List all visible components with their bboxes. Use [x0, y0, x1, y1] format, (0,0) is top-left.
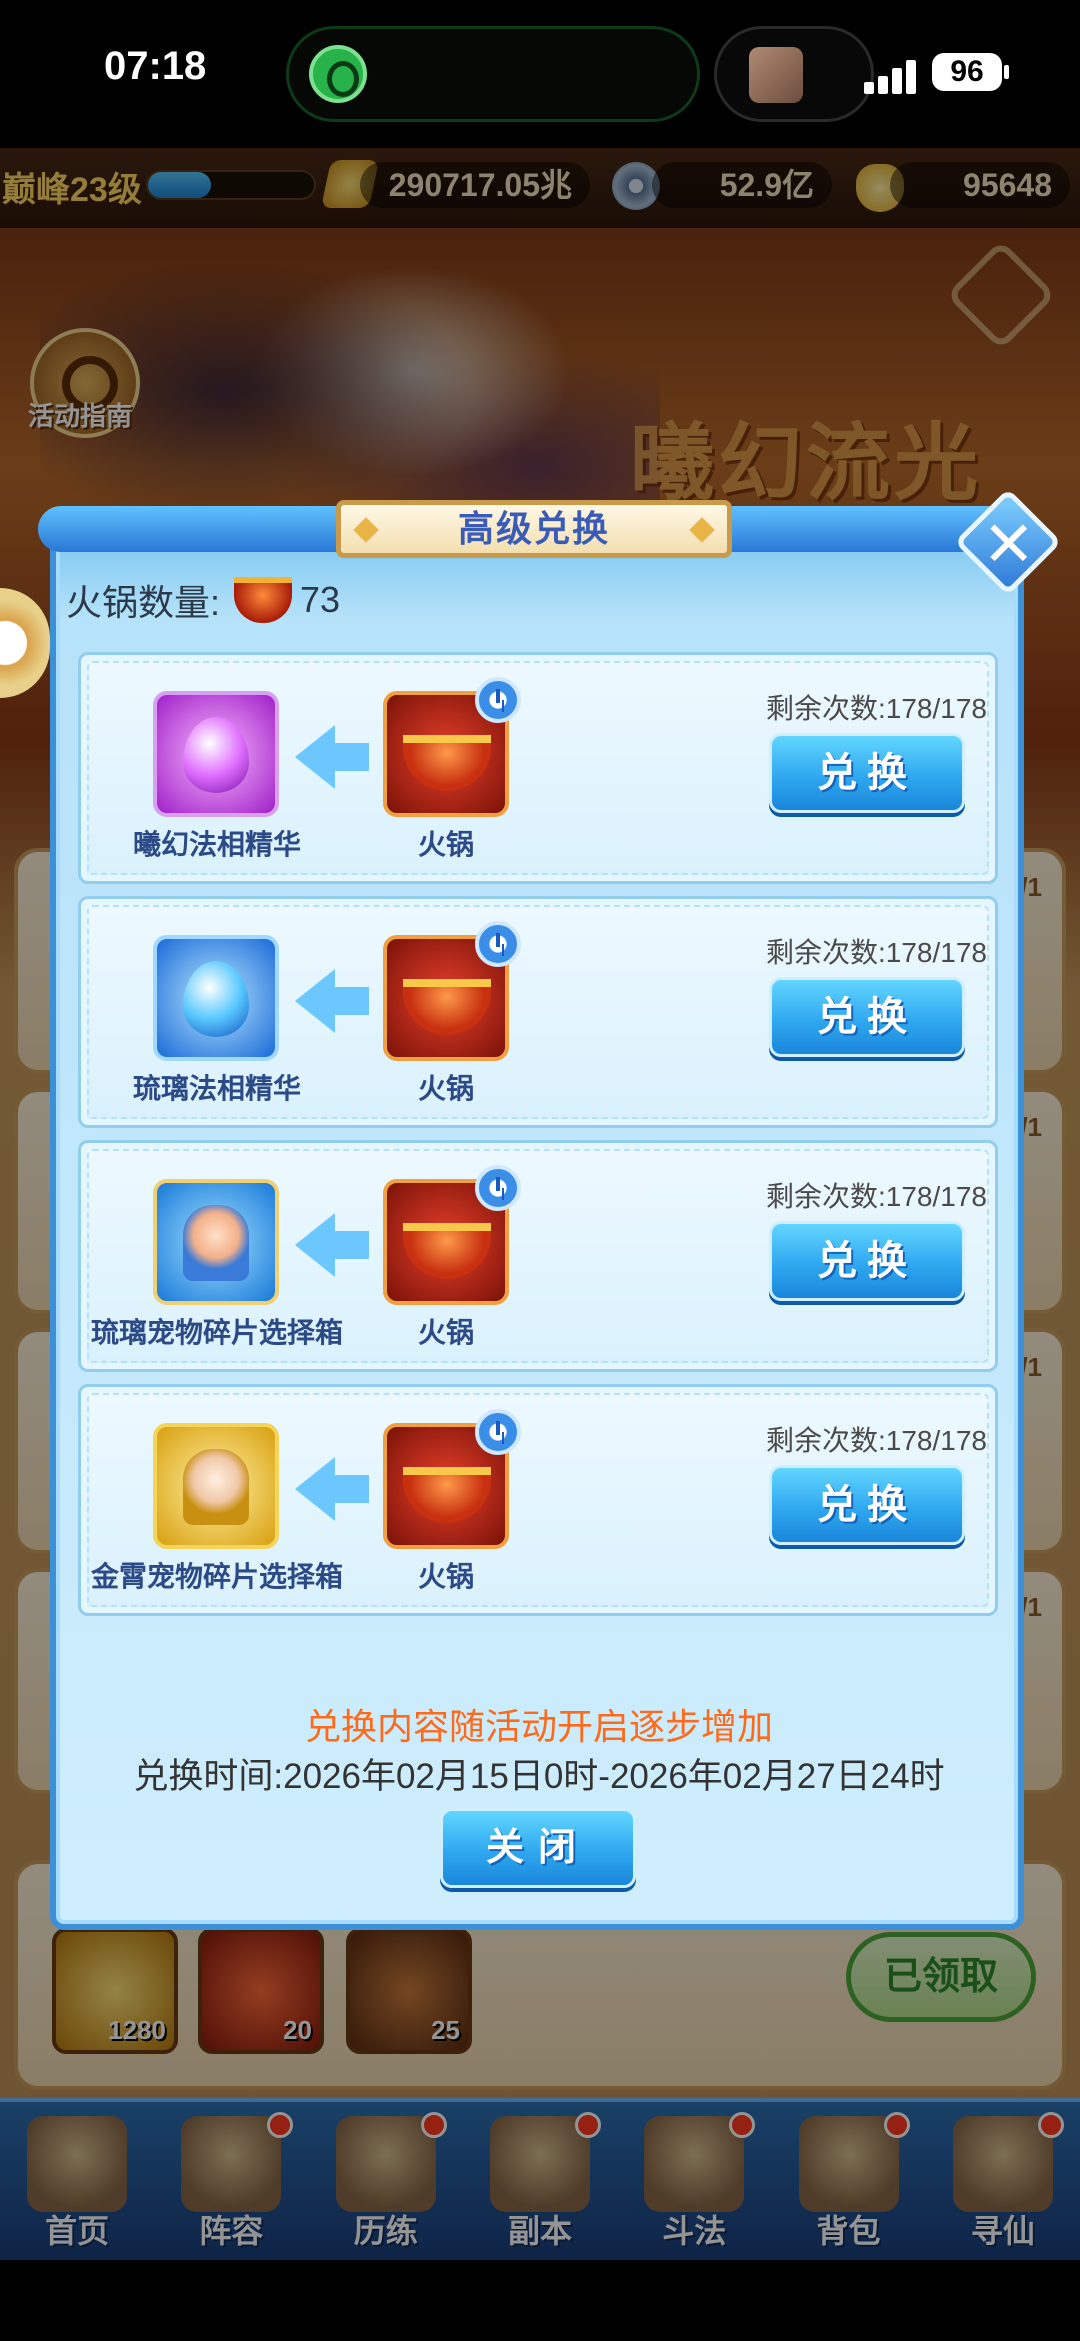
exchange-row: 曦幻法相精华 火锅 剩余次数:178/178 兑换 [78, 652, 998, 884]
remain-count: 剩余次数:178/178 [731, 1175, 987, 1215]
remain-label: 剩余次数: [766, 1181, 886, 1212]
remain-count: 剩余次数:178/178 [731, 1419, 987, 1459]
exchange-button[interactable]: 兑换 [769, 733, 965, 813]
exchange-row: 琉璃宠物碎片选择箱 火锅 剩余次数:178/178 兑换 [78, 1140, 998, 1372]
cost-name: 火锅 [417, 1317, 474, 1348]
diamond-deco-icon [689, 517, 715, 543]
exchange-row: 琉璃法相精华 火锅 剩余次数:178/178 兑换 [78, 896, 998, 1128]
essence-glyph [183, 961, 249, 1037]
clock: 07:18 [104, 44, 207, 88]
hotpot-icon [234, 577, 293, 623]
footer-note: 兑换内容随活动开启逐步增加 [304, 1706, 773, 1747]
remain-value: 178/178 [885, 1181, 987, 1212]
clock-icon [475, 677, 521, 723]
signal-icon [864, 56, 922, 94]
remain-value: 178/178 [885, 1425, 987, 1456]
item-name: 琉璃宠物碎片选择箱 [90, 1317, 343, 1348]
hotpot-count-value: 73 [300, 579, 341, 620]
dialog-title: 高级兑换 [457, 508, 610, 549]
remain-count: 剩余次数:178/178 [731, 687, 987, 727]
arrow-left-icon [295, 969, 369, 1033]
clock-icon [475, 1165, 521, 1211]
gold-pet-chest-icon[interactable] [153, 1423, 279, 1549]
remain-value: 178/178 [885, 937, 987, 968]
diamond-deco-icon [353, 517, 379, 543]
exchange-button[interactable]: 兑换 [769, 1465, 965, 1545]
battery-indicator: 96 [932, 53, 1002, 91]
exchange-button[interactable]: 兑换 [769, 977, 965, 1057]
close-button[interactable]: 关闭 [440, 1808, 636, 1888]
battery-tip [1004, 65, 1009, 79]
home-indicator-area [0, 2260, 1080, 2341]
cost-name: 火锅 [417, 829, 474, 860]
exchange-button[interactable]: 兑换 [769, 1221, 965, 1301]
media-thumbnail [749, 47, 803, 103]
blue-pet-chest-icon[interactable] [153, 1179, 279, 1305]
chest-glyph [183, 1449, 249, 1525]
clock-icon [475, 921, 521, 967]
dynamic-island-activity[interactable] [286, 26, 700, 122]
hotpot-count: 火锅数量: 73 [66, 572, 340, 628]
purple-essence-icon[interactable] [153, 691, 279, 817]
item-name: 金霄宠物碎片选择箱 [90, 1561, 343, 1592]
remain-label: 剩余次数: [766, 1425, 886, 1456]
essence-glyph [183, 717, 249, 793]
arrow-left-icon [295, 1457, 369, 1521]
remain-label: 剩余次数: [766, 693, 886, 724]
dialog-title-plate: 高级兑换 [336, 500, 732, 558]
exchange-dialog: 高级兑换 火锅数量: 73 曦幻法相精华 火锅 剩余次数:178/178 兑换 … [38, 488, 1062, 1930]
cost-name: 火锅 [417, 1073, 474, 1104]
item-name: 曦幻法相精华 [132, 829, 301, 860]
clock-icon [475, 1409, 521, 1455]
item-name: 琉璃法相精华 [132, 1073, 301, 1104]
pot-glyph [403, 1467, 491, 1523]
exchange-time: 兑换时间:2026年02月15日0时-2026年02月27日24时 [133, 1757, 945, 1796]
exchange-row: 金霄宠物碎片选择箱 火锅 剩余次数:178/178 兑换 [78, 1384, 998, 1616]
remain-value: 178/178 [885, 693, 987, 724]
pot-glyph [403, 1223, 491, 1279]
app-activity-icon [309, 45, 367, 103]
dynamic-island-media[interactable] [714, 26, 874, 122]
remain-count: 剩余次数:178/178 [731, 931, 987, 971]
cost-name: 火锅 [417, 1561, 474, 1592]
pot-glyph [403, 735, 491, 791]
pot-glyph [403, 979, 491, 1035]
chest-glyph [183, 1205, 249, 1281]
hotpot-count-label: 火锅数量: [66, 582, 221, 623]
blue-essence-icon[interactable] [153, 935, 279, 1061]
remain-label: 剩余次数: [766, 937, 886, 968]
arrow-left-icon [295, 1213, 369, 1277]
status-bar: 07:18 96 [0, 0, 1080, 148]
arrow-left-icon [295, 725, 369, 789]
